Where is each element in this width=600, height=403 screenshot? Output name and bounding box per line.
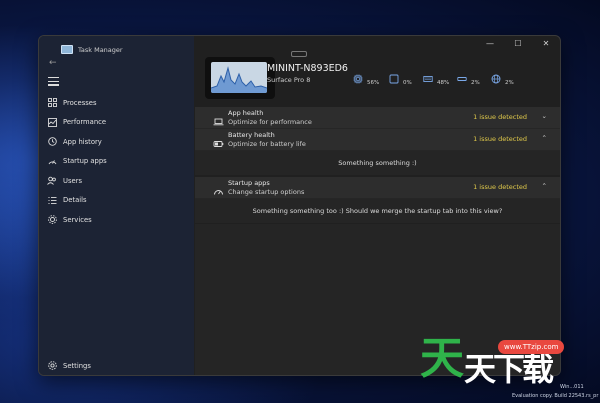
- app-title-bar: Task Manager: [61, 45, 123, 54]
- back-arrow-icon[interactable]: ←: [49, 58, 57, 68]
- network-icon: [491, 74, 501, 84]
- status-badge: 1 issue detected: [473, 135, 527, 143]
- section-app-health-header[interactable]: App health Optimize for performance 1 is…: [195, 107, 560, 129]
- metric-network-value: 2%: [505, 80, 514, 86]
- sidebar-item-services[interactable]: Services: [39, 210, 194, 230]
- minimize-button[interactable]: —: [484, 39, 496, 48]
- section-subtitle: Change startup options: [228, 188, 305, 196]
- startup-gauge-icon: [213, 182, 224, 195]
- section-startup-body: Something something too :) Should we mer…: [195, 199, 560, 223]
- disk-icon: [423, 74, 433, 84]
- section-title: Battery health: [228, 131, 275, 139]
- battery-icon: [213, 134, 224, 147]
- section-app-health: App health Optimize for performance 1 is…: [195, 107, 560, 129]
- section-battery-body: Something something :): [195, 151, 560, 175]
- section-startup-apps-header[interactable]: Startup apps Change startup options 1 is…: [195, 177, 560, 199]
- device-model: Surface Pro 8: [267, 76, 311, 84]
- sidebar-item-label: App history: [63, 137, 102, 146]
- metric-memory-value: 0%: [403, 80, 412, 86]
- sidebar-item-label: Performance: [63, 118, 107, 127]
- metrics-bar: 56% 0% 48% 2% 2%: [353, 72, 553, 88]
- sidebar-nav: Processes Performance App history Startu…: [39, 93, 194, 230]
- section-battery-health: Battery health Optimize for battery life…: [195, 129, 560, 175]
- performance-icon: [47, 117, 57, 127]
- task-manager-app-icon: [61, 45, 73, 54]
- site-watermark: 天 天下载 www.TTzip.com: [420, 322, 600, 403]
- metric-cpu-value: 56%: [367, 80, 380, 86]
- device-thumbnail: [205, 57, 275, 99]
- details-icon: [47, 195, 57, 205]
- cpu-icon: [353, 74, 363, 84]
- startup-icon: [47, 156, 57, 166]
- metric-gpu[interactable]: 2%: [457, 72, 480, 86]
- sidebar-item-label: Startup apps: [63, 157, 107, 166]
- metric-network[interactable]: 2%: [491, 72, 514, 86]
- drag-handle-icon[interactable]: [291, 51, 307, 57]
- history-icon: [47, 137, 57, 147]
- eval-watermark-line2: Evaluation copy. Build 22543.rs_pr: [512, 393, 599, 399]
- metric-cpu[interactable]: 56%: [353, 72, 379, 86]
- section-subtitle: Optimize for battery life: [228, 140, 306, 148]
- watermark-url: www.TTzip.com: [498, 340, 565, 354]
- section-subtitle: Optimize for performance: [228, 118, 312, 126]
- maximize-button[interactable]: ☐: [512, 39, 524, 48]
- close-button[interactable]: ✕: [540, 39, 552, 48]
- chevron-up-icon[interactable]: ⌃: [542, 182, 547, 190]
- sidebar-item-label: Details: [63, 196, 87, 205]
- window-controls: — ☐ ✕: [484, 39, 552, 48]
- chevron-down-icon[interactable]: ⌄: [542, 112, 547, 120]
- sidebar-item-label: Processes: [63, 98, 97, 107]
- processes-icon: [47, 98, 57, 108]
- metric-gpu-value: 2%: [471, 80, 480, 86]
- sidebar-item-startup-apps[interactable]: Startup apps: [39, 152, 194, 172]
- device-name: MININT-N893ED6: [267, 63, 348, 74]
- gear-icon: [47, 361, 57, 371]
- memory-icon: [389, 74, 399, 84]
- section-startup-apps: Startup apps Change startup options 1 is…: [195, 177, 560, 223]
- section-battery-health-header[interactable]: Battery health Optimize for battery life…: [195, 129, 560, 151]
- device-screen-graph: [211, 62, 267, 93]
- metric-disk-value: 48%: [437, 80, 450, 86]
- gpu-icon: [457, 74, 467, 84]
- hamburger-menu-icon[interactable]: [48, 77, 59, 86]
- sidebar-item-label: Services: [63, 215, 92, 224]
- app-title: Task Manager: [78, 45, 123, 54]
- sidebar-item-label: Users: [63, 176, 83, 185]
- status-badge: 1 issue detected: [473, 183, 527, 191]
- watermark-logo-icon: 天: [420, 333, 464, 384]
- services-icon: [47, 215, 57, 225]
- settings-label: Settings: [63, 361, 91, 370]
- sidebar-item-app-history[interactable]: App history: [39, 132, 194, 152]
- sidebar-item-users[interactable]: Users: [39, 171, 194, 191]
- sidebar-item-settings[interactable]: Settings: [39, 356, 194, 375]
- section-title: App health: [228, 109, 264, 117]
- sidebar-item-processes[interactable]: Processes: [39, 93, 194, 113]
- users-icon: [47, 176, 57, 186]
- sidebar: Task Manager ← Processes Performance App…: [39, 36, 194, 375]
- sidebar-item-details[interactable]: Details: [39, 191, 194, 211]
- sidebar-item-performance[interactable]: Performance: [39, 113, 194, 133]
- eval-watermark-line1: Win...011: [560, 384, 584, 390]
- metric-disk[interactable]: 48%: [423, 72, 449, 86]
- metric-memory[interactable]: 0%: [389, 72, 412, 86]
- section-title: Startup apps: [228, 179, 270, 187]
- chevron-up-icon[interactable]: ⌃: [542, 134, 547, 142]
- status-badge: 1 issue detected: [473, 113, 527, 121]
- laptop-icon: [213, 112, 224, 126]
